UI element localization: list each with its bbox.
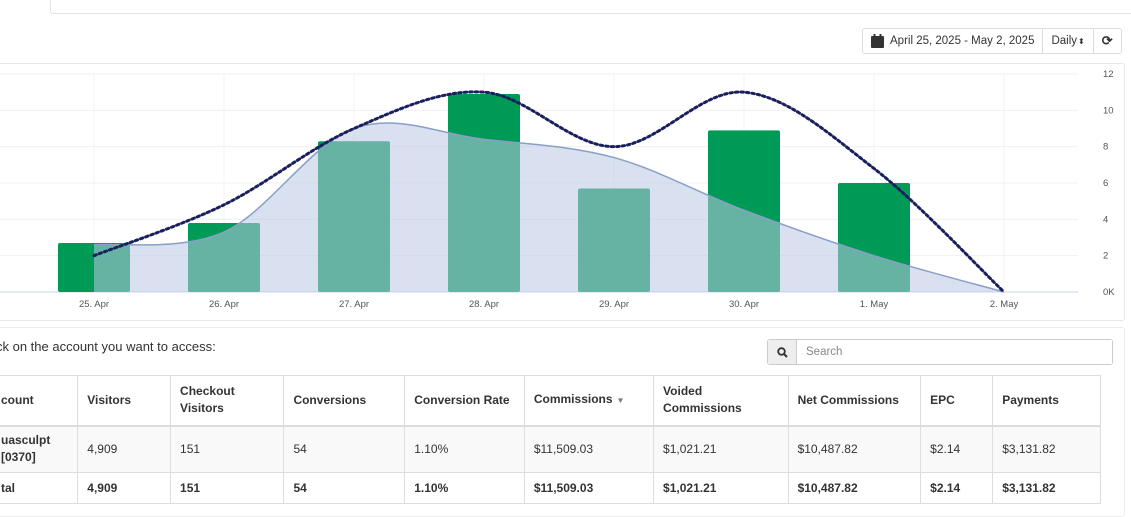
- cell: $10,487.82: [787, 472, 922, 504]
- account-link[interactable]: uasculpt [0370]: [0, 425, 79, 473]
- cell: 1.10%: [404, 425, 525, 473]
- x-tick-label: 25. Apr: [79, 299, 109, 310]
- y-tick-label: 2: [1103, 251, 1108, 262]
- y-tick-label: 4: [1103, 214, 1108, 225]
- table-header: count Visitors Checkout Visitors Convers…: [0, 375, 1101, 427]
- y-tick-label: 0K: [1103, 287, 1115, 298]
- x-tick-label: 26. Apr: [209, 299, 239, 310]
- cell: $10,487.82: [787, 425, 922, 473]
- col-net-commissions[interactable]: Net Commissions: [787, 375, 922, 427]
- y-tick-label: 10: [1103, 105, 1114, 116]
- col-commissions-label: Commissions: [533, 392, 613, 407]
- col-conversions[interactable]: Conversions: [283, 375, 406, 427]
- cell: $3,131.82: [992, 472, 1101, 504]
- col-epc[interactable]: EPC: [920, 375, 994, 427]
- col-commissions[interactable]: Commissions ▼: [523, 375, 655, 427]
- cell: 151: [170, 425, 285, 473]
- col-visitors[interactable]: Visitors: [77, 375, 172, 427]
- col-payments[interactable]: Payments: [992, 375, 1101, 427]
- y-tick-label: 8: [1103, 142, 1108, 153]
- accounts-table: count Visitors Checkout Visitors Convers…: [0, 375, 1101, 504]
- cell: $3,131.82: [992, 425, 1101, 473]
- cell: $1,021.21: [653, 472, 789, 504]
- col-voided-commissions[interactable]: Voided Commissions: [653, 375, 789, 427]
- cell: 4,909: [77, 472, 172, 504]
- x-tick-label: 1. May: [860, 299, 889, 310]
- cell: 54: [283, 425, 406, 473]
- y-tick-label: 12: [1103, 69, 1114, 80]
- cell: 54: [283, 472, 406, 504]
- search-input[interactable]: [797, 340, 1112, 364]
- search-box[interactable]: [767, 339, 1113, 365]
- col-checkout-visitors[interactable]: Checkout Visitors: [170, 375, 285, 427]
- instruction-text: ck on the account you want to access:: [0, 339, 216, 354]
- cell: tal: [0, 472, 79, 504]
- col-conversion-rate[interactable]: Conversion Rate: [404, 375, 525, 427]
- col-account[interactable]: count: [0, 375, 79, 427]
- table-row[interactable]: uasculpt [0370] 4,909 151 54 1.10% $11,5…: [0, 425, 1101, 473]
- x-tick-label: 30. Apr: [729, 299, 759, 310]
- cell: $11,509.03: [523, 425, 655, 473]
- cell: $2.14: [920, 425, 994, 473]
- x-tick-label: 29. Apr: [599, 299, 629, 310]
- cell: 4,909: [77, 425, 172, 473]
- cell: $11,509.03: [523, 472, 655, 504]
- sort-desc-icon: ▼: [616, 396, 625, 406]
- y-tick-label: 6: [1103, 178, 1108, 189]
- search-icon: [768, 340, 797, 364]
- total-row: tal 4,909 151 54 1.10% $11,509.03 $1,021…: [0, 472, 1101, 504]
- x-tick-label: 27. Apr: [339, 299, 369, 310]
- cell: $2.14: [920, 472, 994, 504]
- x-tick-label: 2. May: [990, 299, 1019, 310]
- chart: 0K 2 4 6 8 10 12 25. Apr 26. Apr 27. Apr 28. Apr 29…: [0, 69, 1115, 310]
- cell: $1,021.21: [653, 425, 789, 473]
- x-tick-label: 28. Apr: [469, 299, 499, 310]
- cell: 151: [170, 472, 285, 504]
- cell: 1.10%: [404, 472, 525, 504]
